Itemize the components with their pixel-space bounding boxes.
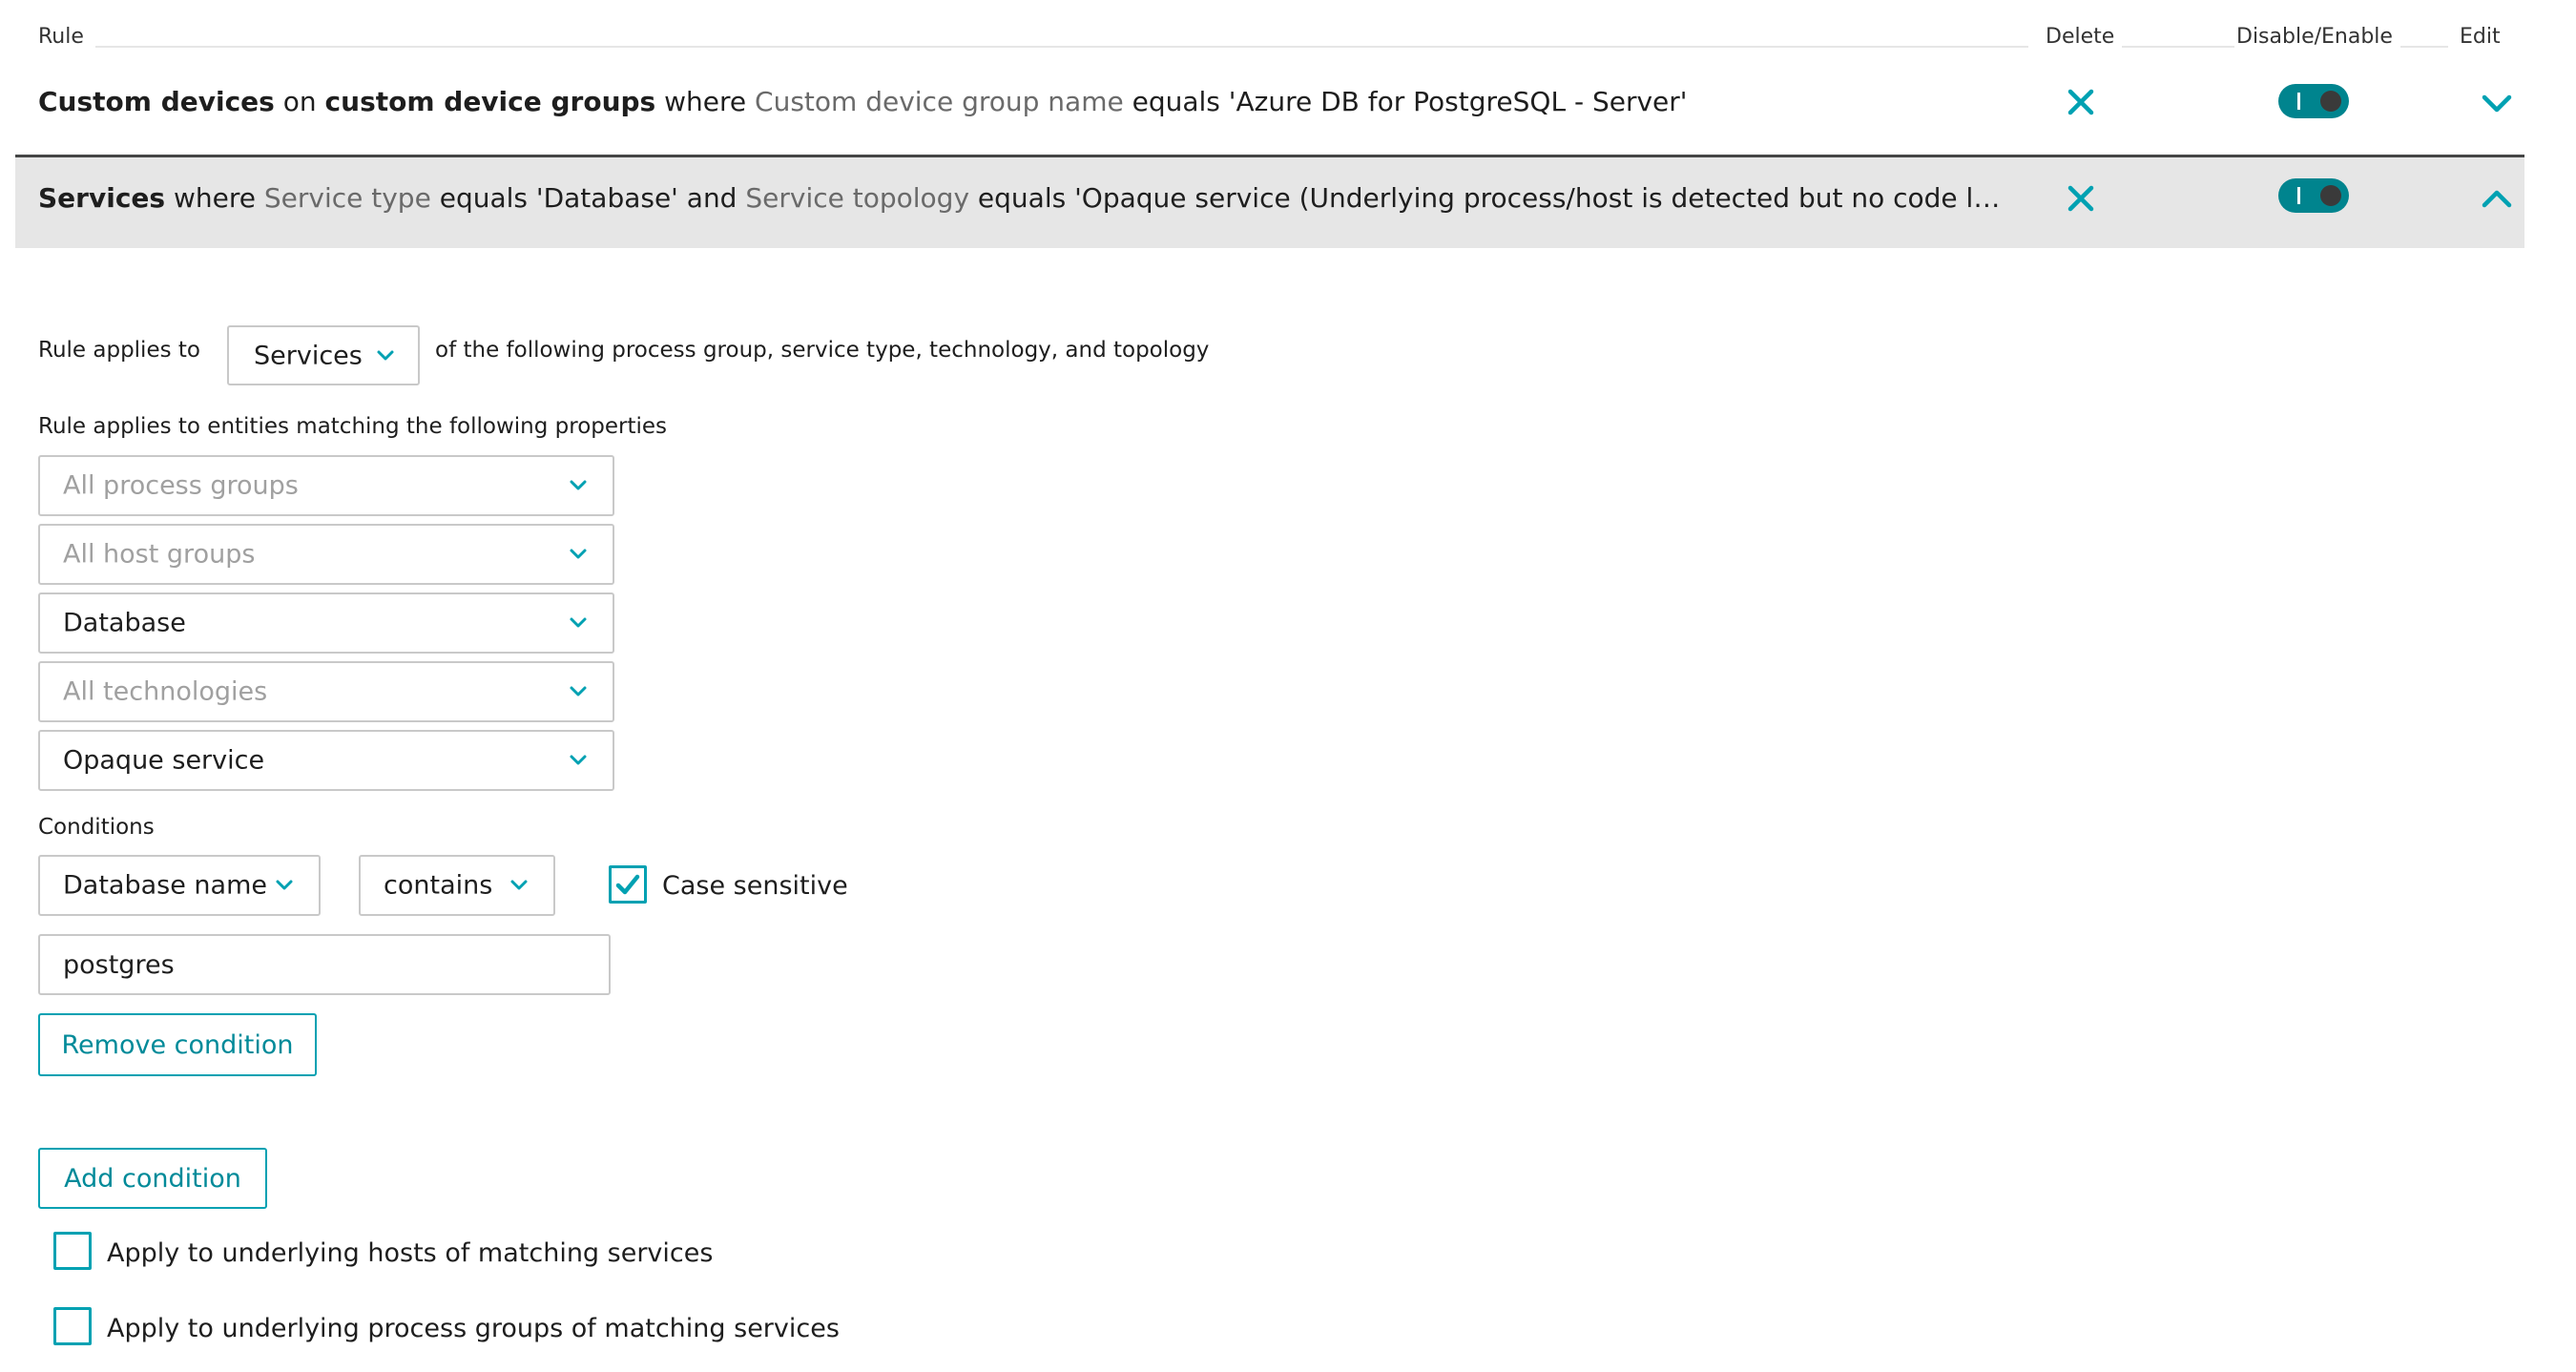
rule-row[interactable]: Custom devices on custom device groups w…	[15, 59, 2524, 153]
toggle-knob	[2320, 91, 2341, 112]
host-groups-value: All host groups	[63, 539, 256, 570]
service-type-select[interactable]: Database	[38, 592, 614, 654]
chevron-up-icon[interactable]	[2481, 188, 2513, 209]
apply-process-groups-checkbox[interactable]	[53, 1307, 92, 1345]
service-type-value: Database	[63, 608, 186, 638]
rule-text-part: Custom devices	[38, 86, 275, 117]
condition-key-select[interactable]: Database name	[38, 855, 321, 916]
rule-text-part: equals 'Opaque service (Underlying proce…	[977, 182, 2013, 214]
header-divider	[2400, 46, 2448, 48]
rule-summary: Custom devices on custom device groups w…	[38, 86, 1984, 117]
apply-hosts-label: Apply to underlying hosts of matching se…	[107, 1238, 714, 1268]
topology-value: Opaque service	[63, 745, 265, 776]
properties-label: Rule applies to entities matching the fo…	[38, 414, 668, 439]
chevron-down-icon	[510, 880, 528, 890]
condition-operator-select[interactable]: contains	[359, 855, 555, 916]
rule-text-part: Custom device group name	[755, 86, 1124, 117]
applies-to-select[interactable]: Services	[227, 325, 420, 385]
chevron-down-icon	[570, 549, 587, 559]
apply-hosts-checkbox[interactable]	[53, 1232, 92, 1270]
condition-key-value: Database name	[63, 870, 267, 901]
condition-value-input[interactable]	[38, 934, 611, 995]
host-groups-select[interactable]: All host groups	[38, 524, 614, 585]
remove-condition-button[interactable]: Remove condition	[38, 1013, 317, 1076]
toggle-on-mark	[2297, 93, 2300, 110]
chevron-down-icon	[570, 686, 587, 696]
process-groups-select[interactable]: All process groups	[38, 455, 614, 516]
chevron-down-icon	[570, 755, 587, 765]
conditions-label: Conditions	[38, 815, 155, 840]
chevron-down-icon[interactable]	[2481, 94, 2513, 114]
applies-to-value: Services	[254, 341, 363, 370]
condition-operator-value: contains	[384, 870, 493, 901]
delete-icon[interactable]	[2067, 184, 2095, 213]
process-groups-value: All process groups	[63, 470, 299, 501]
chevron-down-icon	[276, 880, 293, 890]
rule-text-part: Service type	[263, 182, 431, 214]
enable-toggle[interactable]	[2278, 84, 2349, 118]
rule-text-part: where	[165, 182, 264, 214]
technologies-select[interactable]: All technologies	[38, 661, 614, 722]
column-header-disable-enable: Disable/Enable	[2236, 25, 2393, 49]
chevron-down-icon	[570, 480, 587, 490]
rule-text-part: Services	[38, 182, 166, 214]
header-divider	[95, 46, 2028, 48]
rule-text-part: Service topology	[745, 182, 970, 214]
add-condition-button[interactable]: Add condition	[38, 1148, 267, 1209]
apply-process-groups-label: Apply to underlying process groups of ma…	[107, 1314, 840, 1343]
chevron-down-icon	[570, 617, 587, 628]
rule-text-part: where	[655, 86, 756, 117]
chevron-down-icon	[377, 350, 394, 360]
enable-toggle[interactable]	[2278, 178, 2349, 213]
rule-row-expanded[interactable]: Services where Service type equals 'Data…	[15, 155, 2524, 248]
column-header-rule: Rule	[38, 25, 84, 49]
case-sensitive-label: Case sensitive	[662, 871, 848, 901]
header-divider	[2122, 46, 2234, 48]
toggle-on-mark	[2297, 187, 2300, 204]
rule-text-part: equals 'Database' and	[430, 182, 746, 214]
technologies-value: All technologies	[63, 676, 268, 707]
case-sensitive-checkbox[interactable]	[609, 865, 647, 904]
delete-icon[interactable]	[2067, 88, 2095, 116]
checkmark-icon	[615, 874, 640, 895]
applies-to-suffix: of the following process group, service …	[435, 338, 1210, 363]
column-header-edit: Edit	[2460, 25, 2501, 49]
rule-text-part: on	[274, 86, 325, 117]
column-header-delete: Delete	[2046, 25, 2115, 49]
topology-select[interactable]: Opaque service	[38, 730, 614, 791]
applies-to-label: Rule applies to	[38, 338, 200, 363]
rule-summary: Services where Service type equals 'Data…	[38, 182, 2013, 214]
rule-text-part: custom device groups	[324, 86, 656, 117]
rule-text-part: equals 'Azure DB for PostgreSQL - Server…	[1123, 86, 1688, 117]
toggle-knob	[2320, 185, 2341, 206]
